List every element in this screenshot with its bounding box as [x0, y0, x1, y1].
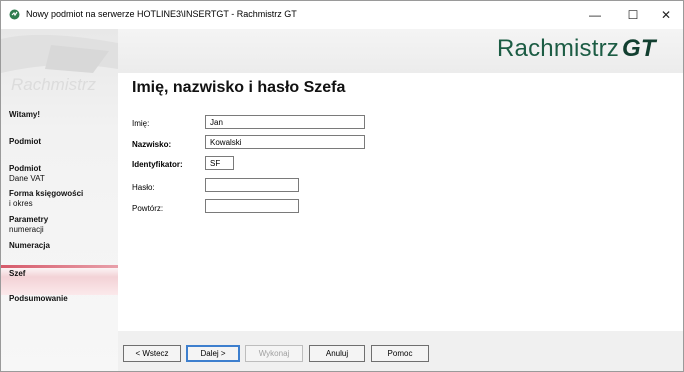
step-label: Forma księgowości: [9, 189, 84, 198]
window-title: Nowy podmiot na serwerze HOTLINE3\INSERT…: [26, 9, 297, 19]
last-name-field[interactable]: [205, 135, 365, 149]
step-label: Podsumowanie: [9, 294, 68, 303]
execute-button[interactable]: Wykonaj: [245, 345, 303, 362]
identifier-field[interactable]: [205, 156, 234, 170]
password-field[interactable]: [205, 178, 299, 192]
cancel-button[interactable]: Anuluj: [309, 345, 365, 362]
password-repeat-label: Powtórz:: [132, 204, 164, 213]
last-name-label: Nazwisko:: [132, 140, 172, 149]
back-button[interactable]: < Wstecz: [123, 345, 181, 362]
minimize-button[interactable]: —: [576, 1, 614, 29]
step-label: Szef: [9, 269, 26, 278]
step-sublabel: numeracji: [9, 225, 44, 234]
help-button[interactable]: Pomoc: [371, 345, 429, 362]
step-podmiot[interactable]: Podmiot: [9, 137, 113, 147]
step-podmiot-dane-vat[interactable]: Podmiot Dane VAT: [9, 164, 113, 184]
step-numeracja[interactable]: Numeracja: [9, 241, 113, 251]
brand-name: Rachmistrz: [497, 35, 620, 62]
step-label: Podmiot: [9, 164, 41, 173]
identifier-label: Identyfikator:: [132, 160, 183, 169]
step-szef[interactable]: Szef: [9, 269, 113, 279]
step-forma-ksiegowosci[interactable]: Forma księgowości i okres: [9, 189, 113, 209]
step-sublabel: i okres: [9, 199, 33, 208]
app-icon: [9, 9, 20, 20]
title-bar: Nowy podmiot na serwerze HOTLINE3\INSERT…: [1, 1, 683, 29]
close-button[interactable]: ✕: [647, 1, 683, 29]
page-title: Imię, nazwisko i hasło Szefa: [132, 79, 346, 96]
first-name-label: Imię:: [132, 119, 150, 128]
step-label: Witamy!: [9, 110, 41, 119]
step-label: Numeracja: [9, 241, 50, 250]
password-repeat-field[interactable]: [205, 199, 299, 213]
sidebar-watermark: Rachmistrz: [11, 75, 97, 94]
step-sublabel: Dane VAT: [9, 174, 45, 183]
brand-logo: Rachmistrz GT: [497, 35, 656, 63]
step-witamy[interactable]: Witamy!: [9, 110, 113, 120]
step-podsumowanie[interactable]: Podsumowanie: [9, 294, 113, 304]
step-label: Podmiot: [9, 137, 41, 146]
first-name-field[interactable]: [205, 115, 365, 129]
step-label: Parametry: [9, 215, 49, 224]
next-button[interactable]: Dalej >: [186, 345, 240, 362]
step-parametry-numeracji[interactable]: Parametry numeracji: [9, 215, 113, 235]
brand-suffix: GT: [622, 35, 656, 62]
wizard-content: [118, 73, 683, 331]
wizard-window: Nowy podmiot na serwerze HOTLINE3\INSERT…: [0, 0, 684, 372]
password-label: Hasło:: [132, 183, 155, 192]
active-step-accent: [1, 265, 118, 268]
